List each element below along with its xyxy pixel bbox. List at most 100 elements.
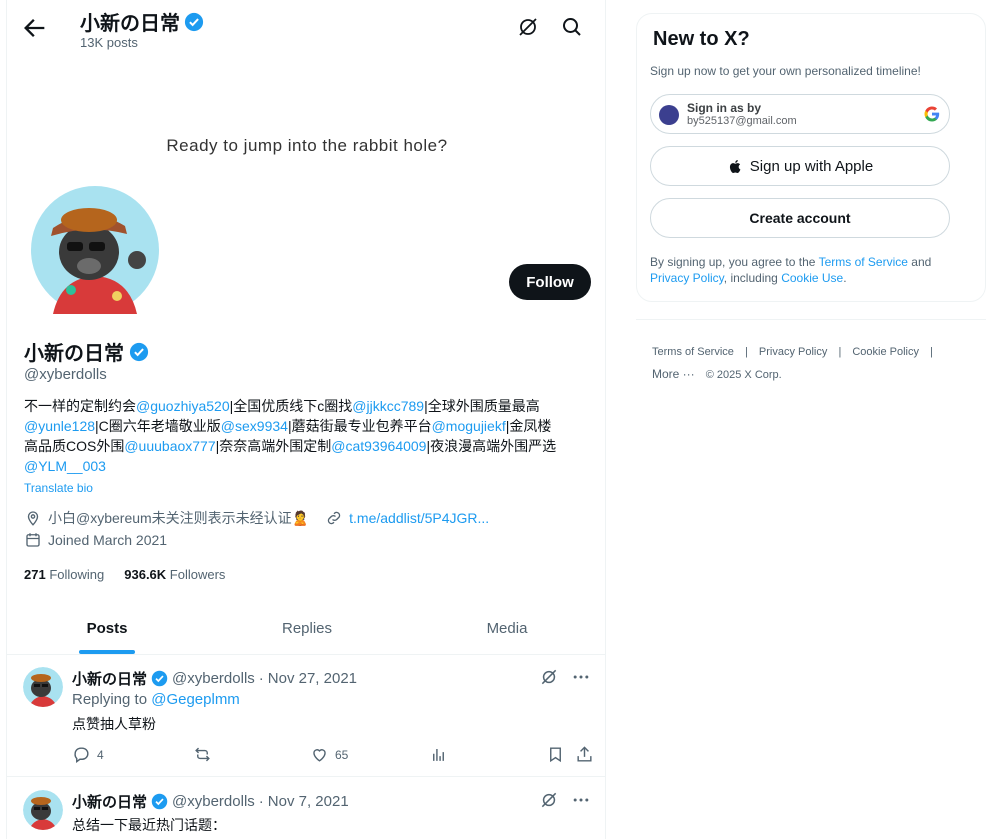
banner-text: Ready to jump into the rabbit hole? <box>166 136 448 155</box>
footer-privacy-link[interactable]: Privacy Policy <box>759 346 827 358</box>
verified-badge-icon <box>151 793 168 810</box>
profile-topbar: 小新の日常 13K posts <box>7 0 605 56</box>
tab-replies[interactable]: Replies <box>207 603 407 654</box>
bio-mention-link[interactable]: @sex9934 <box>221 418 288 434</box>
more-options-icon[interactable] <box>571 667 591 687</box>
bio-mention-link[interactable]: @cat93964009 <box>331 438 426 454</box>
share-action[interactable] <box>575 745 594 764</box>
post-actions: 4 65 <box>72 745 592 769</box>
google-account-avatar <box>659 105 679 125</box>
apple-signup-label: Sign up with Apple <box>749 157 874 175</box>
footer-cookie-link[interactable]: Cookie Policy <box>852 346 919 358</box>
bio-text: |金凤楼 <box>505 418 552 434</box>
sidebar-divider <box>636 319 986 320</box>
followers-count: 936.6K <box>124 567 167 582</box>
bio-mention-link[interactable]: @YLM__003 <box>24 458 106 474</box>
profile-name: 小新の日常 <box>24 337 149 366</box>
footer-terms-link[interactable]: Terms of Service <box>652 346 734 358</box>
post-avatar[interactable] <box>23 790 63 830</box>
profile-meta-row: 小白@xybereum未关注则表示未经认证🙎 t.me/addlist/5P4J… <box>24 508 489 528</box>
google-account-email: by525137@gmail.com <box>687 115 797 127</box>
bio-mention-link[interactable]: @jjkkcc789 <box>352 398 424 414</box>
post-item[interactable]: 小新の日常 @xyberdolls · Nov 7, 2021 总结一下最近热门… <box>7 778 605 839</box>
bio-line: @yunle128|C圈六年老墙敬业版@sex9934|蘑菇街最专业包养平台@m… <box>24 416 594 436</box>
privacy-link[interactable]: Privacy Policy <box>650 271 724 285</box>
post-separator: · <box>258 670 264 687</box>
search-icon[interactable] <box>560 15 584 39</box>
repost-action[interactable] <box>193 745 212 764</box>
post-author-handle[interactable]: @xyberdolls <box>172 793 255 810</box>
reply-action[interactable]: 4 <box>72 745 104 764</box>
legal-period: . <box>843 271 847 285</box>
heart-icon <box>313 749 326 762</box>
bio-mention-link[interactable]: @uuubaox777 <box>124 438 215 454</box>
replying-to-handle[interactable]: @Gegeplmm <box>151 691 240 708</box>
post-date[interactable]: Nov 7, 2021 <box>268 793 349 810</box>
signup-card-subtitle: Sign up now to get your own personalized… <box>650 64 921 78</box>
tab-media[interactable]: Media <box>407 603 605 654</box>
verified-badge-icon <box>151 670 168 687</box>
footer-separator: | <box>838 346 842 358</box>
share-icon <box>577 746 592 762</box>
location-pin-icon <box>27 511 39 526</box>
footer-separator: | <box>930 346 933 358</box>
post-top-actions <box>539 667 591 687</box>
post-top-actions <box>539 790 591 810</box>
back-arrow-icon[interactable] <box>21 14 49 42</box>
profile-location: 小白@xybereum未关注则表示未经认证🙎 <box>48 510 310 526</box>
create-account-button[interactable]: Create account <box>650 198 950 238</box>
bookmark-icon <box>550 747 561 763</box>
post-item[interactable]: 小新の日常 @xyberdolls · Nov 27, 2021 Replyin… <box>7 655 605 777</box>
cat-avatar-image <box>23 667 63 707</box>
profile-avatar[interactable] <box>27 182 163 318</box>
post-header: 小新の日常 @xyberdolls · Nov 7, 2021 <box>72 791 349 812</box>
google-signin-button[interactable]: Sign in as by by525137@gmail.com <box>650 94 950 134</box>
like-count: 65 <box>335 747 349 762</box>
post-date[interactable]: Nov 27, 2021 <box>268 670 357 687</box>
followers-stat[interactable]: 936.6K Followers <box>124 567 225 582</box>
verified-badge-icon <box>129 342 149 361</box>
new-to-x-card: New to X? Sign up now to get your own pe… <box>636 13 986 302</box>
header-name-text: 小新の日常 <box>80 13 180 35</box>
bio-text: |夜浪漫高端外围严选 <box>426 438 557 454</box>
bio-mention-link[interactable]: @guozhiya520 <box>136 398 230 414</box>
cookie-link[interactable]: Cookie Use <box>781 271 843 285</box>
google-logo-icon <box>924 106 940 122</box>
follow-button[interactable]: Follow <box>509 264 591 300</box>
profile-tabs: Posts Replies Media <box>7 603 605 655</box>
apple-signup-button[interactable]: Sign up with Apple <box>650 146 950 186</box>
following-label: Following <box>49 567 105 582</box>
legal-and: and <box>911 255 932 269</box>
bio-text: |C圈六年老墙敬业版 <box>95 418 221 434</box>
translate-bio-link[interactable]: Translate bio <box>24 481 93 495</box>
footer-links-row: Terms of Service | Privacy Policy | Cook… <box>652 341 972 363</box>
bio-text: 不一样的定制约会 <box>24 398 136 414</box>
like-action[interactable]: 65 <box>310 745 348 764</box>
post-count: 13K posts <box>80 35 138 50</box>
more-options-icon[interactable] <box>571 790 591 810</box>
following-stat[interactable]: 271 Following <box>24 567 104 582</box>
terms-link[interactable]: Terms of Service <box>819 255 908 269</box>
grok-icon[interactable] <box>516 15 540 39</box>
grok-icon[interactable] <box>539 790 559 810</box>
profile-website-link[interactable]: t.me/addlist/5P4JGR... <box>349 510 489 526</box>
reply-count: 4 <box>97 747 104 762</box>
profile-joined-row: Joined March 2021 <box>24 531 167 549</box>
post-author-handle[interactable]: @xyberdolls <box>172 670 255 687</box>
profile-handle: @xyberdolls <box>24 366 107 383</box>
post-text: 总结一下最近热门话题： <box>72 817 226 833</box>
tab-posts[interactable]: Posts <box>7 603 207 654</box>
google-signin-label: Sign in as by <box>687 101 762 115</box>
post-author-name[interactable]: 小新の日常 <box>72 791 147 812</box>
profile-bio: 不一样的定制约会@guozhiya520|全国优质线下c圈找@jjkkcc789… <box>24 396 594 476</box>
post-author-name[interactable]: 小新の日常 <box>72 668 147 689</box>
bookmark-action[interactable] <box>546 745 565 764</box>
bio-mention-link[interactable]: @yunle128 <box>24 418 95 434</box>
grok-icon[interactable] <box>539 667 559 687</box>
profile-column: 小新の日常 13K posts Ready to jump into the r… <box>6 0 606 839</box>
bio-mention-link[interactable]: @mogujiekf <box>432 418 506 434</box>
views-action[interactable] <box>429 745 448 764</box>
footer-more-button[interactable]: More ··· <box>652 367 695 381</box>
post-avatar[interactable] <box>23 667 63 707</box>
reply-icon <box>74 747 89 764</box>
